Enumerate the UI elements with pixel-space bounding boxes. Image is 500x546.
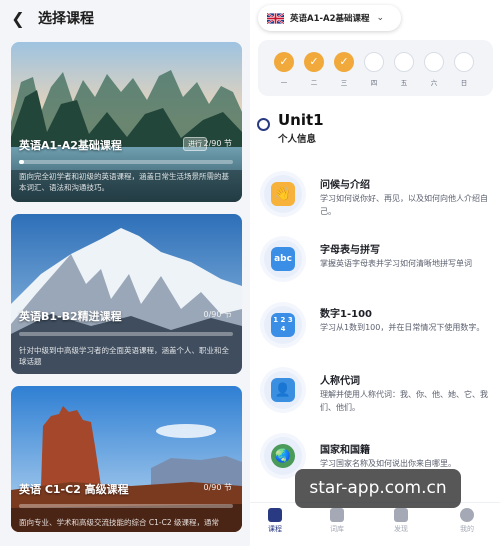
- progress-bar-fill: [19, 160, 25, 164]
- progress-bar: [19, 160, 233, 164]
- day-circle-tue: ✓: [304, 52, 324, 72]
- tab-label: 我的: [460, 525, 474, 533]
- tab-vocab[interactable]: 词库: [312, 507, 362, 534]
- lesson-title[interactable]: 数字1-100: [320, 305, 372, 320]
- check-icon: ✓: [339, 55, 349, 68]
- day-circle-fri: [394, 52, 414, 72]
- progress-bar: [19, 504, 233, 508]
- globe-icon: 🌏: [271, 444, 295, 468]
- tab-label: 词库: [330, 525, 344, 533]
- lesson-item-countries[interactable]: 🌏: [264, 437, 302, 475]
- course-card-c1c2[interactable]: 英语 C1-C2 高级课程 0/90 节 面向专业、学术和高级交流技能的综合 C…: [11, 386, 242, 532]
- desert-butte-image: [11, 386, 242, 532]
- course-icon: [268, 508, 282, 522]
- uk-flag-icon: [267, 12, 284, 24]
- tab-course[interactable]: 课程: [250, 507, 300, 534]
- course-title: 英语B1-B2精进课程: [19, 310, 122, 323]
- weekly-progress: ✓ ✓ ✓ 一 二 三 四 五 六 日: [258, 40, 493, 96]
- lesson-title[interactable]: 国家和国籍: [320, 441, 370, 456]
- lesson-description: 学习如何说你好、再见，以及如何向他人介绍自己。: [320, 194, 488, 216]
- lesson-title[interactable]: 人称代词: [320, 372, 360, 387]
- day-label: 三: [340, 79, 348, 87]
- course-description: 面向完全初学者和初级的英语课程，涵盖日常生活场景所需的基本词汇、语法和沟通技巧。: [19, 172, 229, 192]
- course-card-a1a2[interactable]: 英语A1-A2基础课程 进行 2/90 节 面向完全初学者和初级的英语课程，涵盖…: [11, 42, 242, 202]
- course-selector-label: 英语A1-A2基础课程: [290, 14, 370, 24]
- lesson-title[interactable]: 字母表与拼写: [320, 241, 380, 256]
- course-card-b1b2[interactable]: 英语B1-B2精进课程 0/90 节 针对中级到中高级学习者的全面英语课程，涵盖…: [11, 214, 242, 374]
- lesson-item-numbers[interactable]: 1 2 3 4: [264, 306, 302, 344]
- unit-title: Unit1: [278, 111, 324, 129]
- left-header: ❮ 选择课程: [0, 0, 250, 36]
- day-circle-wed: ✓: [334, 52, 354, 72]
- waving-hand-icon: 👋: [271, 182, 295, 206]
- bottom-tab-bar: 课程 词库 发现 我的: [250, 502, 500, 546]
- lesson-description: 掌握英语字母表并学习如何清晰地拼写单词: [320, 259, 472, 268]
- course-title: 英语 C1-C2 高级课程: [19, 483, 129, 496]
- check-icon: ✓: [309, 55, 319, 68]
- lesson-count: 2/90 节: [203, 139, 232, 148]
- course-selector[interactable]: 英语A1-A2基础课程 ⌄: [258, 5, 401, 31]
- day-label: 日: [460, 79, 468, 87]
- profile-icon: [460, 508, 474, 522]
- unit-marker-icon: [257, 118, 270, 131]
- day-label: 一: [280, 79, 288, 87]
- vocab-icon: [330, 508, 344, 522]
- watermark: star-app.com.cn: [295, 469, 461, 508]
- abc-icon: abc: [271, 247, 295, 271]
- lesson-count: 0/90 节: [203, 483, 232, 492]
- tab-label: 发现: [394, 525, 408, 533]
- unit-subtitle: 个人信息: [278, 134, 317, 145]
- day-label: 五: [400, 79, 408, 87]
- day-label: 二: [310, 79, 318, 87]
- day-label: 四: [370, 79, 378, 87]
- course-title: 英语A1-A2基础课程: [19, 139, 122, 152]
- lesson-description: 理解并使用人称代词：我、你、他、她、它、我们、他们。: [320, 390, 488, 412]
- day-circle-sat: [424, 52, 444, 72]
- discover-icon: [394, 508, 408, 522]
- tab-discover[interactable]: 发现: [376, 507, 426, 534]
- course-list-pane: ❮ 选择课程 英语A1-A2基础课程 进行 2/90 节 面向完全初学者和初级的…: [0, 0, 250, 546]
- tab-label: 课程: [268, 525, 282, 533]
- day-circle-thu: [364, 52, 384, 72]
- lesson-item-alphabet[interactable]: abc: [264, 240, 302, 278]
- day-label: 六: [430, 79, 438, 87]
- person-icon: 👤: [271, 378, 295, 402]
- numbers-1234-icon: 1 2 3 4: [271, 313, 295, 337]
- lesson-pane: 英语A1-A2基础课程 ⌄ ✓ ✓ ✓ 一 二 三 四 五 六 日 Unit1 …: [250, 0, 500, 546]
- page-title: 选择课程: [38, 11, 94, 27]
- progress-bar: [19, 332, 233, 336]
- lesson-description: 学习从1数到100，并在日常情况下使用数字。: [320, 323, 485, 332]
- day-circle-mon: ✓: [274, 52, 294, 72]
- chevron-left-icon: ❮: [11, 8, 25, 28]
- lesson-item-pronouns[interactable]: 👤: [264, 371, 302, 409]
- lesson-count: 0/90 节: [203, 310, 232, 319]
- lesson-title[interactable]: 问候与介绍: [320, 176, 370, 191]
- chevron-down-icon: ⌄: [376, 13, 385, 23]
- course-description: 面向专业、学术和高级交流技能的综合 C1-C2 级课程，通常: [19, 518, 219, 527]
- day-circle-sun: [454, 52, 474, 72]
- tab-profile[interactable]: 我的: [442, 507, 492, 534]
- back-button[interactable]: ❮: [0, 0, 36, 36]
- course-description: 针对中级到中高级学习者的全面英语课程，涵盖个人、职业和全球话题: [19, 346, 229, 366]
- lesson-item-greetings[interactable]: 👋: [264, 175, 302, 213]
- check-icon: ✓: [279, 55, 289, 68]
